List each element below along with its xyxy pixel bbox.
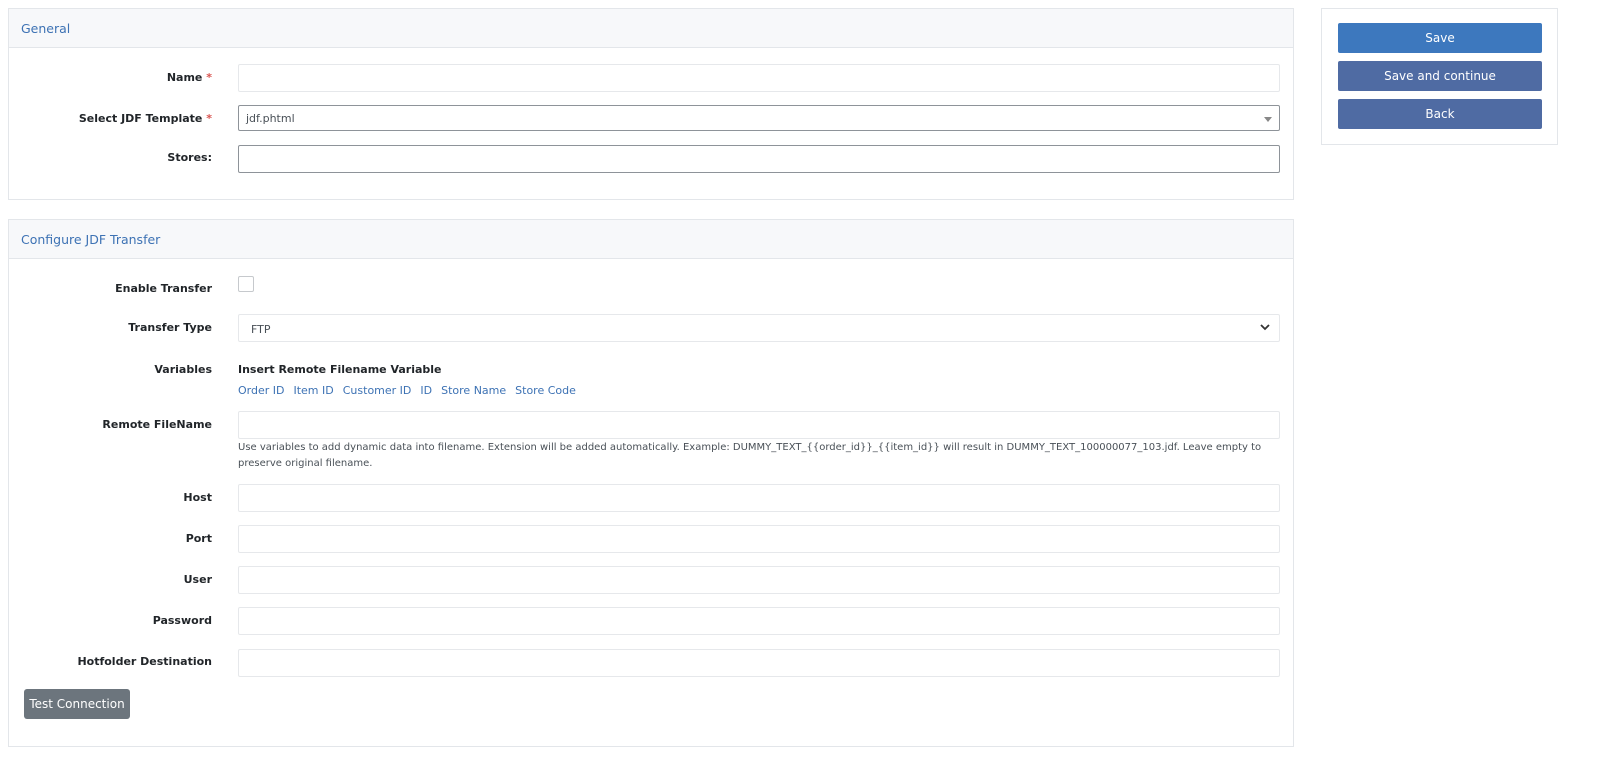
- template-select[interactable]: jdf.phtml: [238, 105, 1280, 131]
- remote-filename-help: Use variables to add dynamic data into f…: [238, 442, 1262, 469]
- name-label: Name *: [166, 71, 212, 84]
- back-button[interactable]: Back: [1338, 99, 1542, 129]
- hotfolder-row: Hotfolder Destination: [9, 649, 1293, 679]
- stores-row: Stores:: [9, 145, 1293, 175]
- save-and-continue-button[interactable]: Save and continue: [1338, 61, 1542, 91]
- remote-filename-row: Remote FileName Use variables to add dyn…: [9, 411, 1293, 475]
- port-input[interactable]: [238, 525, 1280, 553]
- name-input[interactable]: [238, 64, 1280, 92]
- variable-link-store-code[interactable]: Store Code: [515, 384, 576, 397]
- port-label: Port: [185, 532, 212, 545]
- chevron-down-icon: [1260, 324, 1270, 331]
- template-label: Select JDF Template *: [78, 112, 212, 125]
- variables-title: Insert Remote Filename Variable: [238, 363, 442, 376]
- variable-link-id[interactable]: ID: [420, 384, 432, 397]
- transfer-type-row: Transfer Type FTP: [9, 314, 1293, 344]
- enable-transfer-row: Enable Transfer: [9, 275, 1293, 297]
- host-input[interactable]: [238, 484, 1280, 512]
- host-row: Host: [9, 484, 1293, 514]
- password-input[interactable]: [238, 607, 1280, 635]
- variable-link-store-name[interactable]: Store Name: [441, 384, 506, 397]
- variable-link-order-id[interactable]: Order ID: [238, 384, 284, 397]
- general-panel: General Name * Select JDF Template * jdf…: [8, 8, 1294, 200]
- stores-label: Stores:: [167, 151, 212, 164]
- host-label: Host: [183, 491, 212, 504]
- remote-filename-label: Remote FileName: [102, 418, 212, 431]
- stores-input[interactable]: [238, 145, 1280, 173]
- user-input[interactable]: [238, 566, 1280, 594]
- user-row: User: [9, 566, 1293, 596]
- required-mark: *: [206, 71, 212, 84]
- variable-links: Order ID Item ID Customer ID ID Store Na…: [238, 384, 576, 397]
- variables-label: Variables: [154, 363, 212, 376]
- hotfolder-input[interactable]: [238, 649, 1280, 677]
- template-row: Select JDF Template * jdf.phtml: [9, 105, 1293, 135]
- port-row: Port: [9, 525, 1293, 555]
- remote-filename-input[interactable]: [238, 411, 1280, 439]
- test-connection-button[interactable]: Test Connection: [24, 689, 130, 719]
- template-select-value: jdf.phtml: [246, 112, 295, 125]
- actions-panel: Save Save and continue Back: [1321, 8, 1558, 145]
- variables-row: Variables Insert Remote Filename Variabl…: [9, 362, 1293, 402]
- required-mark: *: [206, 112, 212, 125]
- general-panel-header: General: [9, 9, 1293, 48]
- name-row: Name *: [9, 64, 1293, 94]
- save-button[interactable]: Save: [1338, 23, 1542, 53]
- transfer-panel-title: Configure JDF Transfer: [21, 231, 161, 247]
- transfer-type-label: Transfer Type: [128, 321, 212, 334]
- transfer-type-select[interactable]: FTP: [238, 314, 1280, 342]
- caret-down-icon: [1264, 117, 1272, 122]
- transfer-panel: Configure JDF Transfer Enable Transfer T…: [8, 219, 1294, 747]
- variable-link-customer-id[interactable]: Customer ID: [343, 384, 412, 397]
- enable-transfer-checkbox[interactable]: [238, 276, 254, 292]
- variable-link-item-id[interactable]: Item ID: [293, 384, 333, 397]
- transfer-panel-header: Configure JDF Transfer: [9, 220, 1293, 259]
- password-label: Password: [152, 614, 212, 627]
- transfer-type-value: FTP: [251, 323, 271, 336]
- user-label: User: [183, 573, 212, 586]
- password-row: Password: [9, 607, 1293, 637]
- enable-transfer-label: Enable Transfer: [115, 282, 212, 295]
- general-panel-title: General: [21, 20, 71, 36]
- hotfolder-label: Hotfolder Destination: [77, 655, 212, 668]
